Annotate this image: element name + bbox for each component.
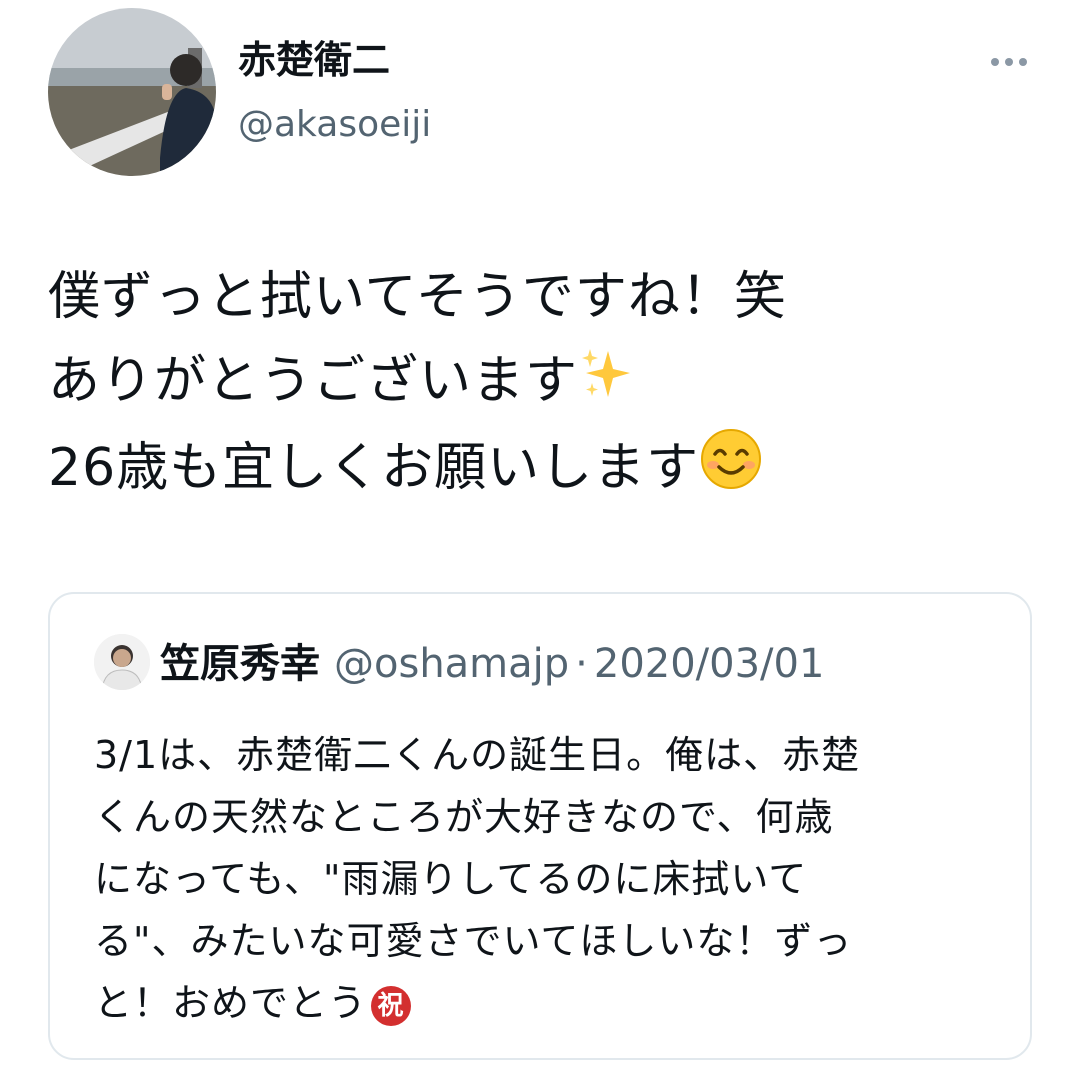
celebration-badge-icon: 祝 bbox=[371, 985, 412, 1026]
quoted-line-5: と！おめでとう祝 bbox=[94, 972, 994, 1034]
tweet-line-text: 26歳も宜しくお願いします bbox=[48, 438, 700, 498]
quoted-tweet-card[interactable]: 笠原秀幸 @oshamajp · 2020/03/01 3/1は、赤楚衛二くんの誕生日… bbox=[48, 592, 1032, 1060]
smiling-face-emoji-icon bbox=[699, 427, 763, 516]
quoted-line: くんの天然なところが大好きなので、何歳 bbox=[94, 795, 834, 839]
quoted-header: 笠原秀幸 @oshamajp · 2020/03/01 bbox=[160, 638, 824, 690]
sparkles-emoji-icon bbox=[578, 342, 634, 426]
author-avatar[interactable] bbox=[48, 8, 216, 176]
quoted-author-name[interactable]: 笠原秀幸 bbox=[160, 641, 320, 687]
tweet-line-3: 26歳も宜しくお願いします bbox=[48, 426, 1048, 516]
quoted-author-handle[interactable]: @oshamajp bbox=[334, 641, 569, 687]
tweet-line-text: ありがとうございます bbox=[48, 351, 579, 411]
quoted-line-text: と！おめでとう bbox=[94, 981, 368, 1025]
quoted-line: になっても、"雨漏りしてるのに床拭いて bbox=[94, 857, 808, 901]
tweet-line: 僕ずっと拭いてそうですね！笑 bbox=[48, 267, 787, 327]
quoted-line: る"、みたいな可愛さでいてほしいな！ずっ bbox=[94, 919, 853, 963]
quoted-date[interactable]: 2020/03/01 bbox=[594, 641, 825, 687]
quoted-author-avatar[interactable] bbox=[94, 634, 150, 690]
more-dots-icon[interactable] bbox=[984, 50, 1034, 74]
quoted-line: 3/1は、赤楚衛二くんの誕生日。俺は、赤楚 bbox=[94, 733, 861, 777]
author-name[interactable]: 赤楚衛二 bbox=[238, 36, 390, 84]
tweet-text: 僕ずっと拭いてそうですね！笑 ありがとうございます 26歳も宜しくお願いします bbox=[48, 255, 1048, 516]
quoted-text: 3/1は、赤楚衛二くんの誕生日。俺は、赤楚 くんの天然なところが大好きなので、何… bbox=[94, 724, 994, 1034]
tweet-line-2: ありがとうございます bbox=[48, 339, 1048, 426]
quoted-separator: · bbox=[575, 641, 588, 687]
author-handle[interactable]: @akasoeiji bbox=[238, 102, 431, 148]
